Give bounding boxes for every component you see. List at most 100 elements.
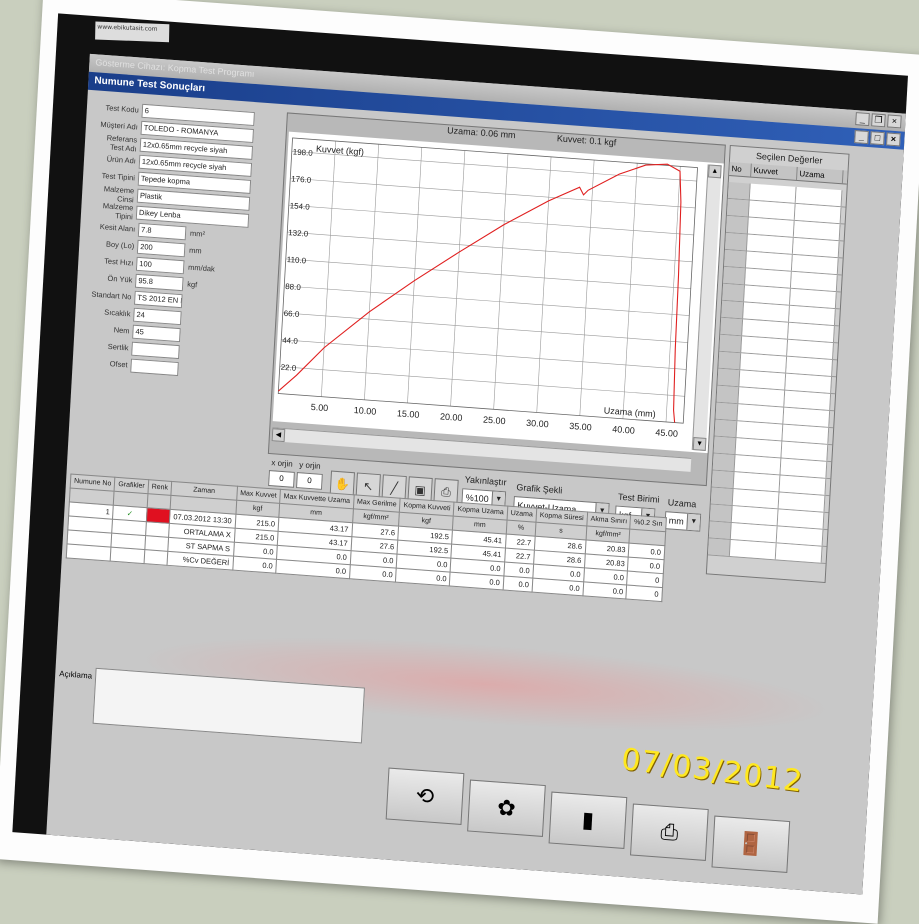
grid-line-y <box>284 285 690 316</box>
grid-line-y <box>287 231 693 263</box>
aciklama-textarea[interactable] <box>92 667 365 744</box>
value-cell: 0.0 <box>531 578 584 596</box>
form-value-field[interactable]: 7.8 <box>137 222 187 240</box>
row-header-cell <box>722 283 746 302</box>
kuvvet-cell <box>735 438 783 458</box>
grid-line-x <box>407 147 423 404</box>
form-label: Nem <box>113 325 130 336</box>
network-icon[interactable]: ✿ <box>467 779 546 837</box>
grid-line-y <box>288 204 694 236</box>
kuvvet-cell <box>747 217 795 237</box>
row-header-cell <box>711 470 735 489</box>
uzama-unit-label: Uzama <box>667 497 697 510</box>
row-header-cell <box>724 249 747 268</box>
form-label: Referans Test Adı <box>106 132 138 153</box>
form-label: Sıcaklık <box>104 307 131 319</box>
aciklama-label: Açıklama <box>59 669 93 681</box>
scroll-left-arrow[interactable]: ◀ <box>271 428 286 443</box>
form-label: Test Tipini <box>101 171 136 183</box>
scroll-up-arrow[interactable]: ▲ <box>707 164 722 179</box>
sub-restore-button[interactable]: □ <box>870 131 885 146</box>
form-value-field[interactable]: 45 <box>132 324 181 342</box>
sub-minimize-button[interactable]: _ <box>854 130 869 145</box>
restore-button[interactable]: ❐ <box>871 113 886 128</box>
y-origin-input[interactable]: 0 <box>296 472 323 490</box>
form-unit: kgf <box>186 279 198 290</box>
y-tick-label: 66.0 <box>283 309 300 319</box>
y-tick-label: 88.0 <box>285 282 302 292</box>
kuvvet-cell <box>748 200 796 220</box>
kuvvet-cell <box>742 319 790 339</box>
form-value-field[interactable] <box>131 341 180 359</box>
y-tick-label: 44.0 <box>282 336 299 346</box>
new-test-icon[interactable]: ⟲ <box>385 767 465 826</box>
check-icon[interactable] <box>110 547 145 564</box>
form-unit <box>249 220 277 222</box>
row-header-cell <box>727 181 751 200</box>
form-unit <box>252 152 280 154</box>
row-header-cell <box>714 419 738 438</box>
form-label: Boy (Lo) <box>105 239 135 251</box>
form-unit: mm <box>188 245 202 256</box>
y-tick-label: 154.0 <box>290 201 311 211</box>
form-value-field[interactable] <box>130 358 179 376</box>
sub-close-button[interactable]: × <box>886 132 901 147</box>
kuvvet-cell <box>738 387 786 407</box>
minimize-button[interactable]: _ <box>855 112 870 127</box>
y-tick-label: 132.0 <box>288 228 309 238</box>
y-tick-label: 22.0 <box>280 363 297 373</box>
kuvvet-cell <box>732 489 780 509</box>
graph-shape-label: Grafik Şekli <box>516 482 563 496</box>
uzama-cell <box>793 220 841 241</box>
print-preview-icon[interactable]: ⎙ <box>630 803 709 861</box>
form-value-field[interactable]: 100 <box>135 256 185 274</box>
grid-line-x <box>536 156 552 413</box>
uzama-cell <box>780 458 828 478</box>
form-value-field[interactable]: 24 <box>133 307 182 325</box>
form-label: Test Kodu <box>105 103 140 115</box>
form-unit: mm/dak <box>187 262 216 274</box>
zoom-label: Yakınlaştır <box>464 474 507 488</box>
kuvvet-cell <box>744 285 791 305</box>
form-label: Ön Yük <box>107 273 133 285</box>
kuvvet-cell <box>737 404 785 424</box>
uzama-cell <box>778 492 826 512</box>
x-origin-input[interactable]: 0 <box>268 470 295 488</box>
form-unit <box>254 119 282 121</box>
uzama-cell <box>795 186 843 207</box>
kuvvet-cell <box>740 353 788 373</box>
row-header-cell <box>720 317 744 336</box>
form-value-field[interactable]: TS 2012 EN ISO <box>134 290 183 308</box>
y-origin-label: y orjin <box>299 460 321 471</box>
x-axis-label: Uzama (mm) <box>604 405 656 419</box>
save-disk-icon[interactable]: ▮ <box>548 791 628 849</box>
numune-no-cell <box>66 543 112 562</box>
plot-border <box>277 137 698 424</box>
row-header-cell <box>725 232 748 251</box>
row-header-cell <box>712 453 736 472</box>
x-tick-label: 5.00 <box>310 402 328 413</box>
row-header-cell <box>716 385 740 404</box>
exit-door-icon[interactable]: 🚪 <box>711 815 791 873</box>
kuvvet-cell <box>749 183 797 203</box>
color-swatch-cell[interactable] <box>143 549 168 566</box>
form-value-field[interactable]: 200 <box>136 239 186 257</box>
value-cell: 0 <box>626 585 663 602</box>
force-elongation-chart[interactable]: 5.00 10.00 15.00 20.00 25.00 30.00 35.00 40.00 4… <box>273 132 708 452</box>
plot-area[interactable]: 5.00 10.00 15.00 20.00 25.00 30.00 35.00 40.00 4… <box>272 131 724 454</box>
y-tick-label: 110.0 <box>287 255 307 265</box>
form-unit <box>250 186 278 188</box>
x-tick-label: 35.00 <box>569 421 592 433</box>
kuvvet-cell <box>736 421 784 441</box>
row-header-cell <box>710 487 734 506</box>
grid-line-y <box>279 366 685 397</box>
form-label: Kesit Alanı <box>99 222 136 234</box>
row-header-cell <box>713 436 737 455</box>
grid-line-y <box>285 258 691 290</box>
grid-line-y <box>290 177 696 209</box>
form-value-field[interactable]: 95.8 <box>134 273 184 291</box>
col-no: No <box>729 161 752 177</box>
close-button[interactable]: × <box>887 114 902 129</box>
scroll-down-arrow[interactable]: ▼ <box>692 437 707 451</box>
grid-line-x <box>364 144 380 400</box>
